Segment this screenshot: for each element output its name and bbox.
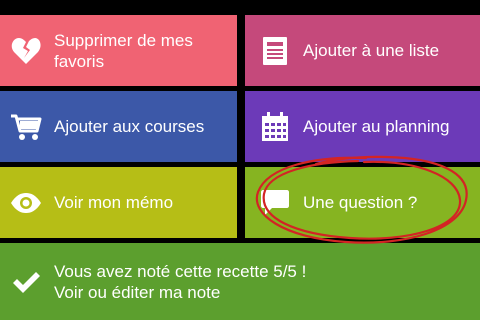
cart-icon xyxy=(10,111,42,143)
view-memo-label-wrap: Voir mon mémo xyxy=(54,192,173,213)
add-to-planning-label-wrap: Ajouter au planning xyxy=(303,116,450,137)
top-bar xyxy=(0,0,480,15)
add-to-shopping-label-wrap: Ajouter aux courses xyxy=(54,116,204,137)
speech-bubble-icon xyxy=(259,187,291,219)
list-icon xyxy=(259,35,291,67)
remove-favorites-button[interactable]: Supprimer de mes favoris xyxy=(0,15,237,86)
add-to-shopping-button[interactable]: Ajouter aux courses xyxy=(0,91,237,162)
calendar-icon xyxy=(259,111,291,143)
rating-label-line1: Vous avez noté cette recette 5/5 ! xyxy=(54,261,307,281)
add-to-shopping-label: Ajouter aux courses xyxy=(54,117,205,136)
add-to-list-label-wrap: Ajouter à une liste xyxy=(303,40,439,61)
eye-icon xyxy=(10,187,42,219)
view-memo-label: Voir mon mémo xyxy=(54,193,174,212)
broken-heart-icon xyxy=(10,35,42,67)
rating-label-line2: Voir ou éditer ma note xyxy=(54,282,221,302)
add-to-planning-label: Ajouter au planning xyxy=(303,117,450,136)
view-memo-button[interactable]: Voir mon mémo xyxy=(0,167,237,238)
checkmark-icon xyxy=(10,266,42,298)
ask-question-label: Une question ? xyxy=(303,193,418,212)
remove-favorites-label-line2: favoris xyxy=(54,51,105,71)
remove-favorites-label: Supprimer de mes favoris xyxy=(54,30,193,72)
ask-question-button[interactable]: Une question ? xyxy=(245,167,480,238)
add-to-list-button[interactable]: Ajouter à une liste xyxy=(245,15,480,86)
add-to-list-label: Ajouter à une liste xyxy=(303,41,440,60)
remove-favorites-label-line1: Supprimer de mes xyxy=(54,30,193,50)
add-to-planning-button[interactable]: Ajouter au planning xyxy=(245,91,480,162)
rating-label: Vous avez noté cette recette 5/5 ! Voir … xyxy=(54,261,306,303)
rating-button[interactable]: Vous avez noté cette recette 5/5 ! Voir … xyxy=(0,243,480,320)
ask-question-label-wrap: Une question ? xyxy=(303,192,417,213)
